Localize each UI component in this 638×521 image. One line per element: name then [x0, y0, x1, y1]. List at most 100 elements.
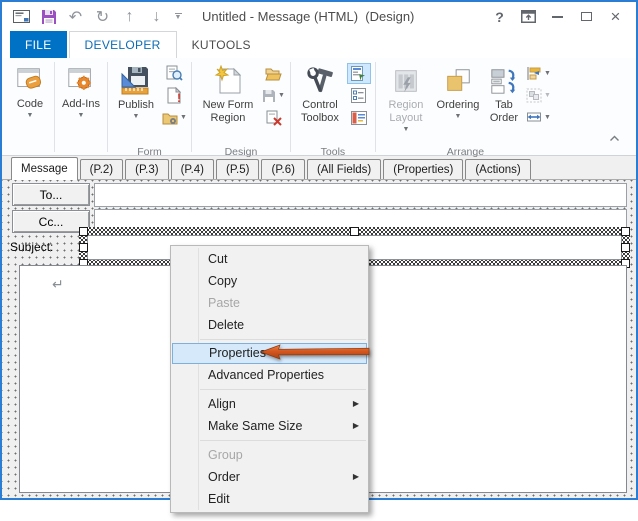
new-form-region-label: New Form Region	[202, 99, 254, 125]
to-field[interactable]	[94, 183, 627, 207]
form-tab-actions[interactable]: (Actions)	[465, 159, 531, 179]
qat-customize-icon[interactable]: ▼	[170, 12, 186, 21]
form-group-small-buttons: ! ▼	[162, 60, 187, 129]
window-title: Untitled - Message (HTML) (Design)	[202, 9, 415, 24]
form-attributes-button[interactable]: ▼	[162, 107, 187, 128]
menu-item-order[interactable]: Order ▶	[171, 466, 368, 488]
tab-order-button[interactable]: Tab Order	[484, 60, 524, 146]
size-button[interactable]: ▼	[526, 107, 551, 128]
message-icon[interactable]	[8, 5, 35, 29]
menu-item-make-same-size[interactable]: Make Same Size ▶	[171, 415, 368, 437]
publish-button[interactable]: Publish ▼	[112, 60, 160, 146]
help-icon[interactable]: ?	[485, 6, 514, 28]
form-tab-all-fields[interactable]: (All Fields)	[306, 159, 382, 179]
dropdown-caret-icon: ▼	[132, 113, 140, 121]
form-tab-message[interactable]: Message	[11, 157, 78, 180]
quick-access-toolbar: ↶ ↻ ↑ ↓ ▼	[8, 5, 186, 29]
add-ins-button[interactable]: Add-Ins ▼	[55, 59, 107, 145]
region-layout-label: Region Layout	[388, 99, 424, 125]
tab-kutools[interactable]: KUTOOLS	[177, 31, 266, 58]
save-region-button[interactable]: ▼	[262, 85, 286, 106]
caption-buttons: ? ×	[485, 6, 630, 28]
menu-item-advanced-properties[interactable]: Advanced Properties	[171, 364, 368, 386]
run-this-form-icon[interactable]: !	[162, 85, 186, 106]
to-button[interactable]: To...	[12, 183, 90, 206]
resize-handle-top-left[interactable]	[79, 227, 88, 236]
minimize-icon[interactable]	[543, 6, 572, 28]
tab-order-label: Tab Order	[489, 99, 518, 125]
view-code-icon[interactable]	[162, 63, 186, 84]
menu-item-paste: Paste	[208, 296, 240, 310]
resize-handle-middle-right[interactable]	[621, 243, 630, 252]
menu-separator	[200, 389, 366, 390]
tab-order-icon	[489, 63, 519, 99]
align-button[interactable]: ▼	[526, 63, 551, 84]
new-form-region-icon	[212, 63, 244, 99]
code-icon	[15, 62, 45, 98]
addins-icon	[66, 62, 96, 98]
form-tab-properties[interactable]: (Properties)	[383, 159, 464, 179]
group-button: ▼	[526, 85, 551, 106]
form-tab-p5[interactable]: (P.5)	[216, 159, 260, 179]
control-toolbox-label: Control Toolbox	[300, 99, 339, 125]
form-attributes-icon	[162, 113, 178, 124]
resize-handle-top-middle[interactable]	[350, 227, 359, 236]
menu-item-delete[interactable]: Delete	[171, 314, 368, 336]
publish-button-label: Publish	[117, 99, 155, 111]
move-up-icon[interactable]: ↑	[116, 5, 143, 29]
submenu-arrow-icon: ▶	[352, 472, 359, 481]
add-ins-button-label: Add-Ins	[62, 98, 100, 110]
advanced-properties-icon[interactable]	[347, 107, 371, 128]
ribbon-group-tools: Control Toolbox Tools	[291, 59, 375, 158]
form-tab-p2[interactable]: (P.2)	[79, 159, 124, 179]
menu-item-cut[interactable]: Cut	[171, 248, 368, 270]
group-icon	[526, 88, 542, 103]
subject-label: Subject:	[10, 240, 54, 254]
size-icon	[526, 112, 541, 122]
menu-item-copy[interactable]: Copy	[171, 270, 368, 292]
code-button[interactable]: Code ▼	[6, 59, 54, 145]
undo-icon[interactable]: ↶	[62, 5, 89, 29]
maximize-icon[interactable]	[572, 6, 601, 28]
open-region-icon[interactable]	[262, 63, 286, 84]
group-label-arrange: Arrange	[446, 146, 485, 158]
menu-item-align-label: Align	[208, 397, 236, 411]
close-icon[interactable]: ×	[601, 6, 630, 28]
new-form-region-button[interactable]: New Form Region	[196, 60, 260, 146]
design-group-small-buttons: ▼	[262, 60, 286, 129]
ribbon-tab-bar: FILE DEVELOPER KUTOOLS	[2, 31, 636, 58]
ribbon-display-options-icon[interactable]	[514, 6, 543, 28]
save-icon[interactable]	[35, 5, 62, 29]
callout-arrow-icon	[259, 344, 371, 365]
form-tab-p4[interactable]: (P.4)	[170, 159, 215, 179]
tab-file[interactable]: FILE	[10, 31, 67, 58]
close-region-icon[interactable]	[262, 107, 286, 128]
collapse-ribbon-icon[interactable]	[609, 129, 620, 147]
publish-icon	[120, 63, 152, 99]
move-down-icon[interactable]: ↓	[143, 5, 170, 29]
resize-handle-top-right[interactable]	[621, 227, 630, 236]
field-chooser-icon[interactable]	[346, 63, 371, 84]
control-toolbox-button[interactable]: Control Toolbox	[295, 60, 345, 146]
tab-developer[interactable]: DEVELOPER	[68, 31, 177, 58]
dropdown-caret-icon: ▼	[402, 126, 410, 134]
group-label-design: Design	[224, 146, 258, 158]
menu-item-edit[interactable]: Edit	[171, 488, 368, 510]
property-sheet-icon[interactable]	[347, 85, 371, 106]
ordering-button[interactable]: Ordering ▼	[432, 60, 484, 146]
screenshot-page: ↶ ↻ ↑ ↓ ▼ Untitled - Message (HTML) (Des…	[0, 0, 638, 521]
ribbon-group-form: Publish ▼ ! ▼ Form	[108, 59, 191, 158]
form-tab-p6[interactable]: (P.6)	[261, 159, 305, 179]
svg-text:!: !	[177, 91, 181, 104]
submenu-arrow-icon: ▶	[352, 399, 359, 408]
form-tab-p3[interactable]: (P.3)	[125, 159, 169, 179]
save-region-icon	[262, 89, 275, 102]
menu-item-align[interactable]: Align ▶	[171, 393, 368, 415]
context-menu: Cut Copy Paste Delete Properties Advance…	[170, 245, 371, 513]
dropdown-caret-icon: ▼	[543, 114, 551, 121]
redo-icon[interactable]: ↻	[89, 5, 116, 29]
submenu-arrow-icon: ▶	[352, 421, 359, 430]
title-bar: ↶ ↻ ↑ ↓ ▼ Untitled - Message (HTML) (Des…	[2, 2, 636, 31]
resize-handle-middle-left[interactable]	[79, 243, 88, 252]
dropdown-caret-icon: ▼	[77, 112, 85, 120]
